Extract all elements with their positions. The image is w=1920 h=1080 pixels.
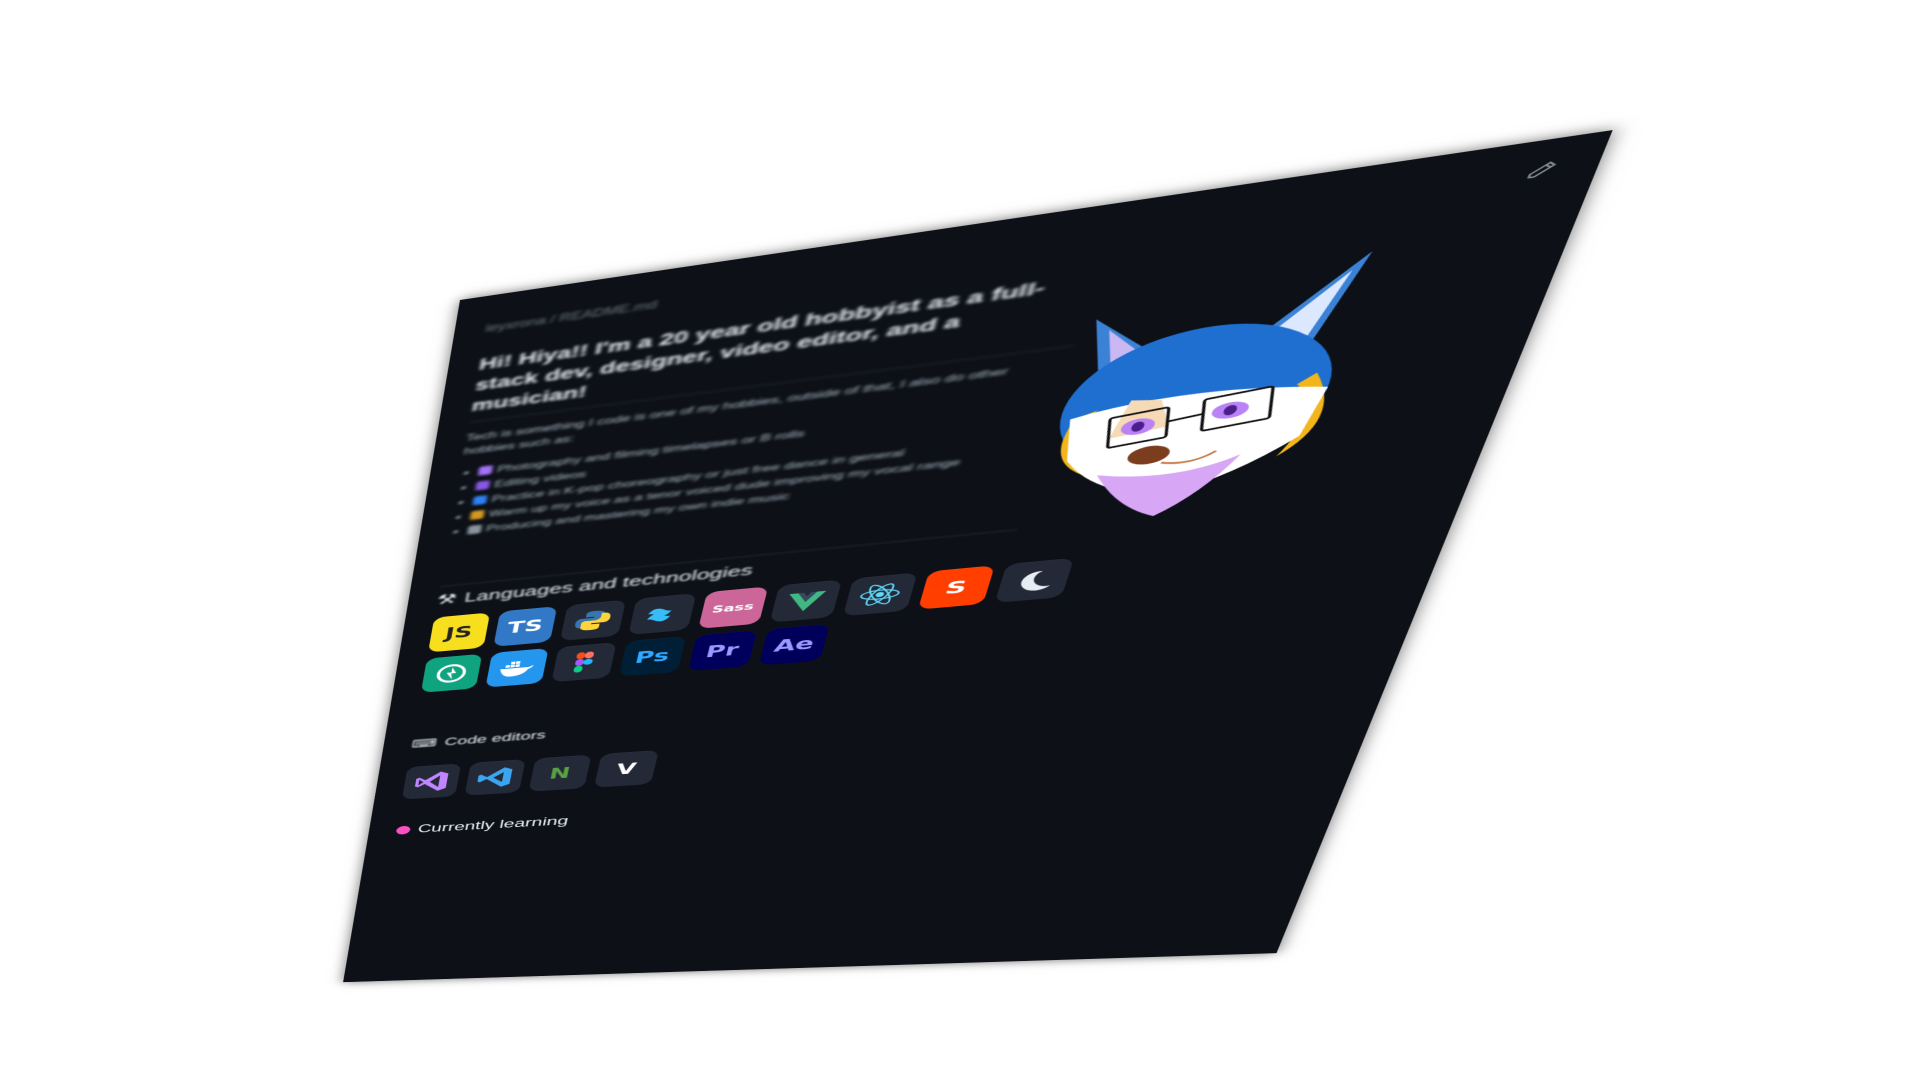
- learning-heading: Currently learning: [395, 814, 570, 837]
- video-emoji-icon: [475, 480, 491, 491]
- keyboard-emoji-icon: ⌨: [410, 736, 438, 751]
- javascript-icon[interactable]: JS: [428, 612, 491, 653]
- vscode-icon[interactable]: [464, 759, 526, 796]
- typescript-icon[interactable]: TS: [493, 606, 558, 647]
- python-icon[interactable]: [560, 599, 627, 641]
- readme-panel: leyxrona / README.md Hi! Hiya!! I'm a 20…: [343, 130, 1613, 983]
- editors-heading: ⌨ Code editors: [410, 728, 548, 751]
- microphone-emoji-icon: [469, 509, 485, 521]
- nextjs-moon-icon[interactable]: [994, 557, 1075, 603]
- pink-circle-icon: [395, 825, 411, 835]
- dance-emoji-icon: [472, 495, 488, 506]
- photoshop-icon[interactable]: Ps: [618, 636, 687, 677]
- editors-icon-grid: NV: [401, 745, 738, 800]
- fox-avatar-image: [1040, 251, 1373, 524]
- vue-icon[interactable]: [769, 579, 843, 623]
- screen: leyxrona / README.md Hi! Hiya!! I'm a 20…: [0, 0, 1920, 1080]
- tailwind-icon[interactable]: [628, 593, 697, 635]
- svelte-icon[interactable]: S: [917, 565, 995, 610]
- camera-emoji-icon: [477, 465, 494, 476]
- openai-icon[interactable]: [420, 653, 483, 693]
- visual-studio-icon[interactable]: [401, 763, 462, 800]
- premiere-icon[interactable]: Pr: [687, 630, 758, 672]
- sass-icon[interactable]: Sass: [698, 586, 769, 629]
- neovim-icon[interactable]: N: [528, 754, 592, 792]
- vim-icon[interactable]: V: [594, 750, 659, 788]
- readme-path[interactable]: leyxrona / README.md: [485, 298, 659, 335]
- aftereffects-icon[interactable]: Ae: [758, 623, 831, 666]
- docker-icon[interactable]: [485, 648, 549, 688]
- react-icon[interactable]: [842, 572, 918, 617]
- pencil-edit-icon[interactable]: [1522, 158, 1561, 181]
- tools-emoji-icon: ⚒: [436, 590, 458, 608]
- figma-icon[interactable]: [551, 642, 617, 683]
- music-emoji-icon: [467, 524, 483, 535]
